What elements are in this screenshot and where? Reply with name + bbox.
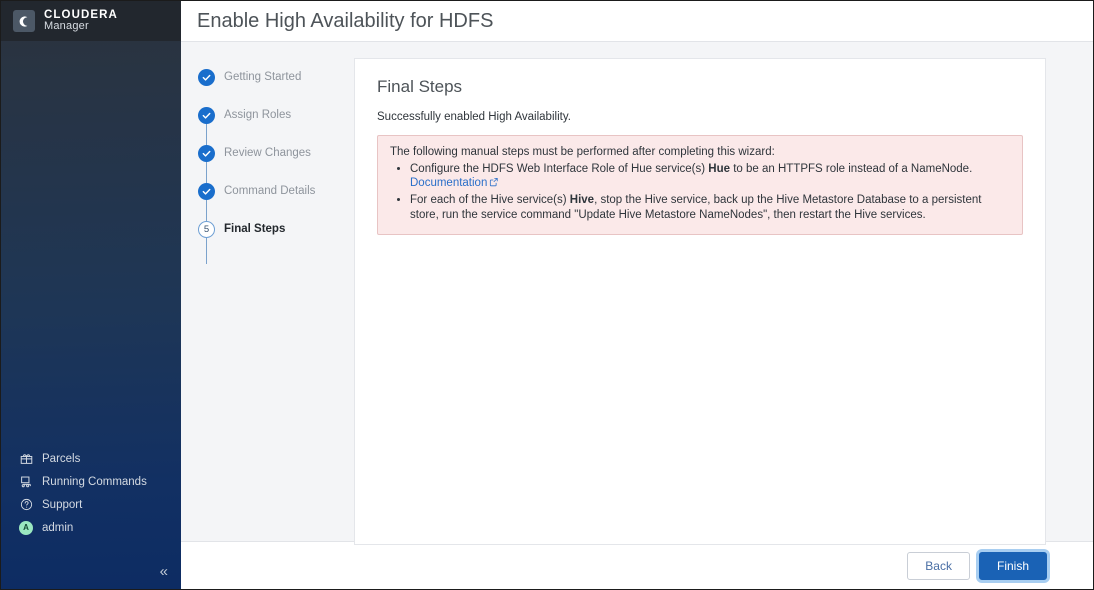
step-number-badge: 5: [198, 220, 215, 238]
brand-text: CLOUDERA Manager: [44, 9, 118, 33]
wizard-steps: Getting Started Assign Roles Review Chan…: [181, 42, 354, 541]
success-message: Successfully enabled High Availability.: [377, 111, 571, 123]
page-title: Enable High Availability for HDFS: [197, 9, 494, 32]
cloudera-manager-window: CLOUDERA Manager Parcels Running Command…: [0, 0, 1094, 590]
wizard-step-label: Review Changes: [224, 147, 311, 159]
check-icon: [198, 182, 215, 200]
page-header: Enable High Availability for HDFS: [181, 1, 1093, 42]
user-avatar: A: [19, 520, 33, 535]
alert-bullet-list: Configure the HDFS Web Interface Role of…: [390, 162, 1010, 223]
sidebar-nav: Parcels Running Commands Support A admin: [1, 447, 181, 553]
alert-bullet-hue: Configure the HDFS Web Interface Role of…: [410, 162, 1010, 192]
bullet-bold-service: Hue: [708, 162, 731, 175]
wizard-step-getting-started[interactable]: Getting Started: [181, 58, 354, 96]
alert-lead-text: The following manual steps must be perfo…: [390, 146, 775, 158]
documentation-link[interactable]: Documentation: [410, 177, 487, 189]
wizard-step-label: Final Steps: [224, 223, 286, 235]
bullet-bold-service: Hive: [569, 194, 595, 207]
sidebar-item-admin[interactable]: A admin: [1, 516, 181, 539]
sidebar-item-label: Running Commands: [42, 475, 147, 488]
bullet-text-part1: For each of the Hive service(s): [410, 194, 570, 207]
sidebar: CLOUDERA Manager Parcels Running Command…: [1, 1, 181, 589]
cloudera-c-logo-icon: [13, 10, 35, 32]
check-icon: [198, 106, 215, 124]
sidebar-item-label: Parcels: [42, 452, 81, 465]
brand-header[interactable]: CLOUDERA Manager: [1, 1, 181, 41]
support-question-icon: [19, 498, 33, 512]
content-card: Final Steps Successfully enabled High Av…: [354, 58, 1046, 545]
wizard-step-label: Getting Started: [224, 71, 302, 83]
sidebar-item-parcels[interactable]: Parcels: [1, 447, 181, 470]
bullet-text-part1: Configure the HDFS Web Interface Role of…: [410, 162, 709, 175]
content-card-wrap: Final Steps Successfully enabled High Av…: [354, 42, 1093, 545]
wizard-body: Getting Started Assign Roles Review Chan…: [181, 42, 1093, 545]
manual-steps-alert: The following manual steps must be perfo…: [377, 135, 1023, 235]
card-title: Final Steps: [377, 77, 463, 96]
sidebar-item-running-commands[interactable]: Running Commands: [1, 470, 181, 493]
check-icon: [198, 144, 215, 162]
sidebar-item-label: admin: [42, 521, 74, 534]
main-region: Enable High Availability for HDFS Gettin…: [181, 1, 1093, 589]
back-button[interactable]: Back: [907, 551, 970, 580]
collapse-sidebar-button[interactable]: «: [160, 563, 168, 580]
finish-button[interactable]: Finish: [978, 551, 1047, 580]
sidebar-item-label: Support: [42, 498, 83, 511]
bullet-text-part2: to be an HTTPFS role instead of a NameNo…: [730, 162, 973, 175]
wizard-step-label: Assign Roles: [224, 109, 292, 121]
running-commands-icon: [19, 475, 33, 489]
sidebar-collapse-row: «: [1, 553, 181, 589]
sidebar-item-support[interactable]: Support: [1, 493, 181, 516]
wizard-step-label: Command Details: [224, 185, 316, 197]
external-link-icon[interactable]: [489, 177, 499, 192]
parcels-box-icon: [19, 452, 33, 466]
brand-subtitle: Manager: [44, 20, 89, 33]
alert-bullet-hive: For each of the Hive service(s) Hive, st…: [410, 193, 1010, 222]
check-icon: [198, 68, 215, 86]
wizard-footer: Back Finish: [181, 541, 1093, 589]
